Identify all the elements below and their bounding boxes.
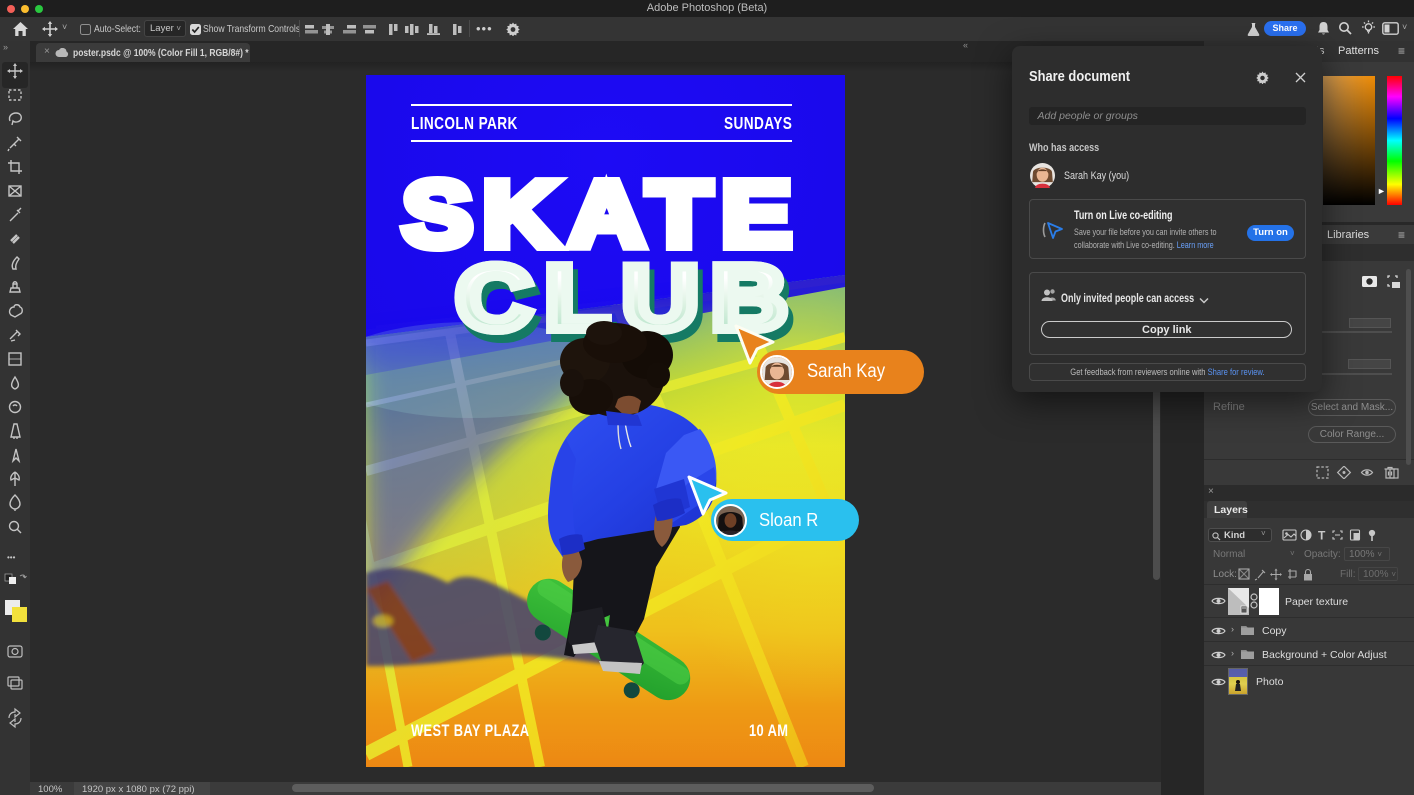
svg-text:•••: ••• — [7, 553, 16, 562]
svg-text:T: T — [1318, 529, 1326, 543]
